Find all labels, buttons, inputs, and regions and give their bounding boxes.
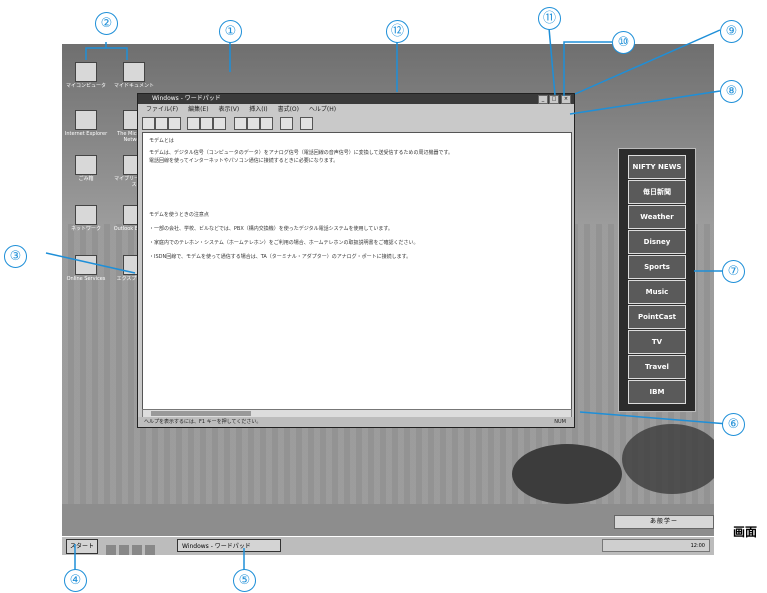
callout-7: ⑦: [722, 260, 745, 283]
callout-10: ⑩: [612, 31, 635, 54]
callout-lines: [45, 27, 729, 580]
callout-6: ⑥: [722, 413, 745, 436]
callout-9: ⑨: [720, 20, 743, 43]
callout-4: ④: [64, 569, 87, 592]
callout-5: ⑤: [233, 569, 256, 592]
callout-3: ③: [4, 245, 27, 268]
callout-8: ⑧: [720, 80, 743, 103]
figure-caption: 画面: [733, 525, 758, 539]
callout-12: ⑫: [386, 20, 409, 43]
callout-2: ②: [95, 12, 118, 35]
callout-1: ①: [219, 20, 242, 43]
callout-11: ⑪: [538, 7, 561, 30]
